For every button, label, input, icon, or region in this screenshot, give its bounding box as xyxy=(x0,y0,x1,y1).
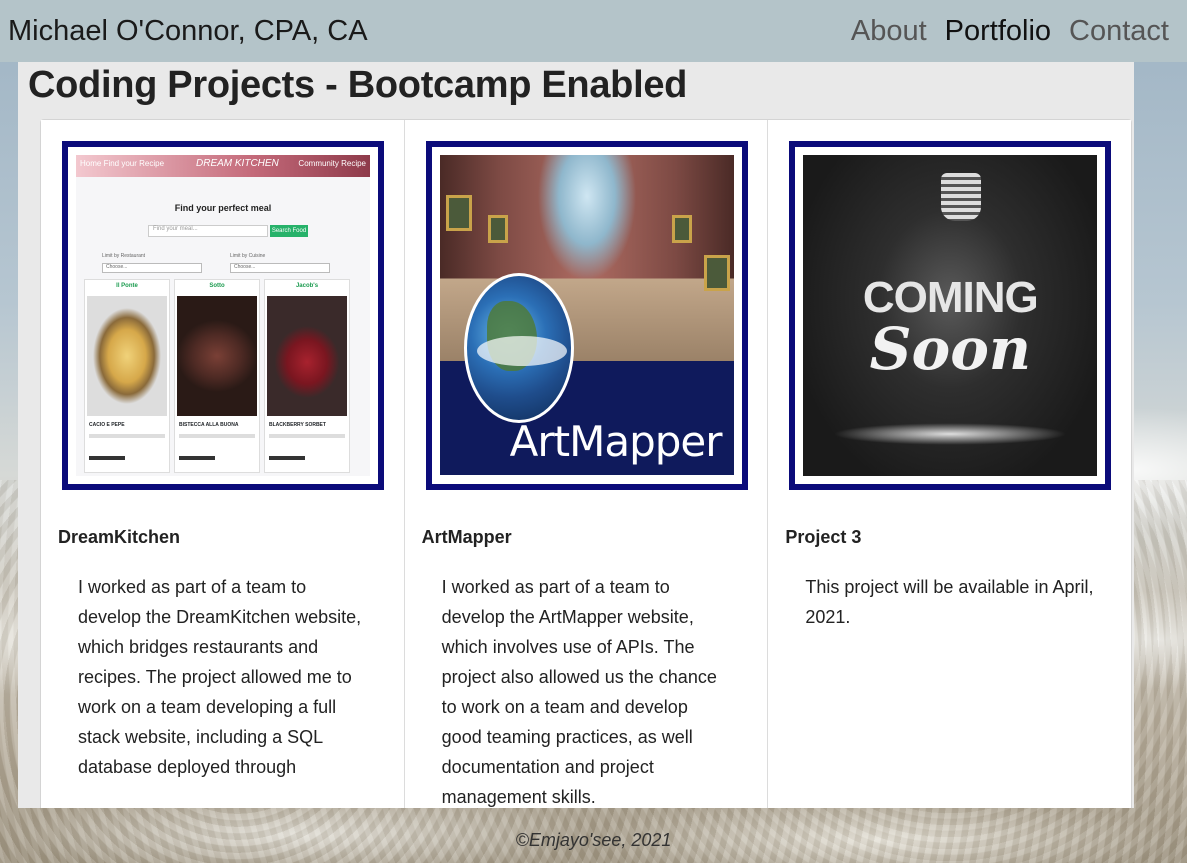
dk-filter-label-1: Limit by Restaurant xyxy=(102,253,146,259)
dk-recipe-card: Sotto BISTECCA ALLA BUONA xyxy=(174,279,260,473)
painting-icon xyxy=(671,215,692,243)
nav-link-portfolio[interactable]: Portfolio xyxy=(945,15,1051,48)
dk-dish-button xyxy=(179,456,215,460)
dk-dish-name: BISTECCA ALLA BUONA xyxy=(179,422,239,428)
project-title: ArtMapper xyxy=(421,527,512,547)
dk-recipe-card: Il Ponte CACIO E PEPE xyxy=(84,279,170,473)
dk-nav-left: Home Find your Recipe xyxy=(80,159,165,168)
project-card-dreamkitchen: Home Find your Recipe DREAM KITCHEN Comm… xyxy=(41,120,405,808)
project-card-artmapper: ArtMapper ArtMapper I worked as part of … xyxy=(404,120,769,808)
portfolio-panel: Coding Projects - Bootcamp Enabled Home … xyxy=(18,62,1134,808)
nav-link-contact[interactable]: Contact xyxy=(1069,15,1169,48)
project-image-frame: COMING Soon xyxy=(789,141,1112,490)
dk-restaurant-name: Jacob's xyxy=(295,283,319,289)
spotlight-lamp-icon xyxy=(941,173,982,221)
dk-dish-button xyxy=(89,456,125,460)
dk-restaurant-name: Sotto xyxy=(209,283,225,289)
dk-filter-label-2: Limit by Cuisine xyxy=(230,253,266,259)
project-image-frame: ArtMapper xyxy=(425,141,748,490)
dk-recipe-card: Jacob's BLACKBERRY SORBET xyxy=(264,279,350,473)
artmapper-image[interactable]: ArtMapper xyxy=(439,155,734,476)
footer-copyright: ©Emjayo'see, 2021 xyxy=(515,830,672,850)
dk-filter-restaurant: Choose... xyxy=(102,263,202,273)
page-title: Coding Projects - Bootcamp Enabled xyxy=(28,64,688,106)
dk-restaurant-name: Il Ponte xyxy=(116,283,138,289)
artmapper-logo-text: ArtMapper xyxy=(509,417,723,466)
spotlight-floor-glow xyxy=(833,423,1068,445)
painting-icon xyxy=(445,195,472,231)
project-card-deck: Home Find your Recipe DREAM KITCHEN Comm… xyxy=(40,119,1132,808)
dk-dish-name: BLACKBERRY SORBET xyxy=(269,422,326,428)
painting-icon xyxy=(703,255,730,291)
dk-heading: Find your perfect meal xyxy=(174,203,272,213)
dreamkitchen-screenshot-image[interactable]: Home Find your Recipe DREAM KITCHEN Comm… xyxy=(76,155,370,476)
globe-icon xyxy=(463,273,574,423)
project-card-project-3: COMING Soon Project 3 This project will … xyxy=(768,120,1132,808)
painting-icon xyxy=(487,215,508,243)
dk-dish-desc xyxy=(89,434,165,438)
dk-brand: DREAM KITCHEN xyxy=(196,158,279,169)
dk-dish-button xyxy=(269,456,305,460)
coming-soon-line-2: Soon xyxy=(869,315,1032,383)
project-description: This project will be available in April,… xyxy=(805,577,1094,627)
project-description: I worked as part of a team to develop th… xyxy=(441,577,717,807)
nav-link-about[interactable]: About xyxy=(851,15,927,48)
dk-header-bar: Home Find your Recipe DREAM KITCHEN Comm… xyxy=(76,155,370,177)
dk-nav-right: Community Recipe xyxy=(298,159,366,168)
dk-dish-desc xyxy=(269,434,345,438)
dk-dish-photo xyxy=(177,296,257,416)
coming-soon-image[interactable]: COMING Soon xyxy=(803,155,1098,476)
project-image-frame: Home Find your Recipe DREAM KITCHEN Comm… xyxy=(62,141,384,490)
project-title: Project 3 xyxy=(785,527,862,547)
dk-filter-cuisine: Choose... xyxy=(230,263,330,273)
dk-dish-photo xyxy=(267,296,347,416)
dk-dish-name: CACIO E PEPE xyxy=(89,422,125,428)
brand-name[interactable]: Michael O'Connor, CPA, CA xyxy=(8,15,368,48)
dk-search-button: Search Food xyxy=(270,225,308,237)
project-description: I worked as part of a team to develop th… xyxy=(78,577,362,777)
nav-links: About Portfolio Contact xyxy=(851,15,1169,48)
project-title: DreamKitchen xyxy=(58,527,181,547)
dk-dish-desc xyxy=(179,434,255,438)
navbar: Michael O'Connor, CPA, CA About Portfoli… xyxy=(0,0,1187,62)
dk-dish-photo xyxy=(87,296,167,416)
dk-search-input: Find your meal... xyxy=(148,225,268,237)
